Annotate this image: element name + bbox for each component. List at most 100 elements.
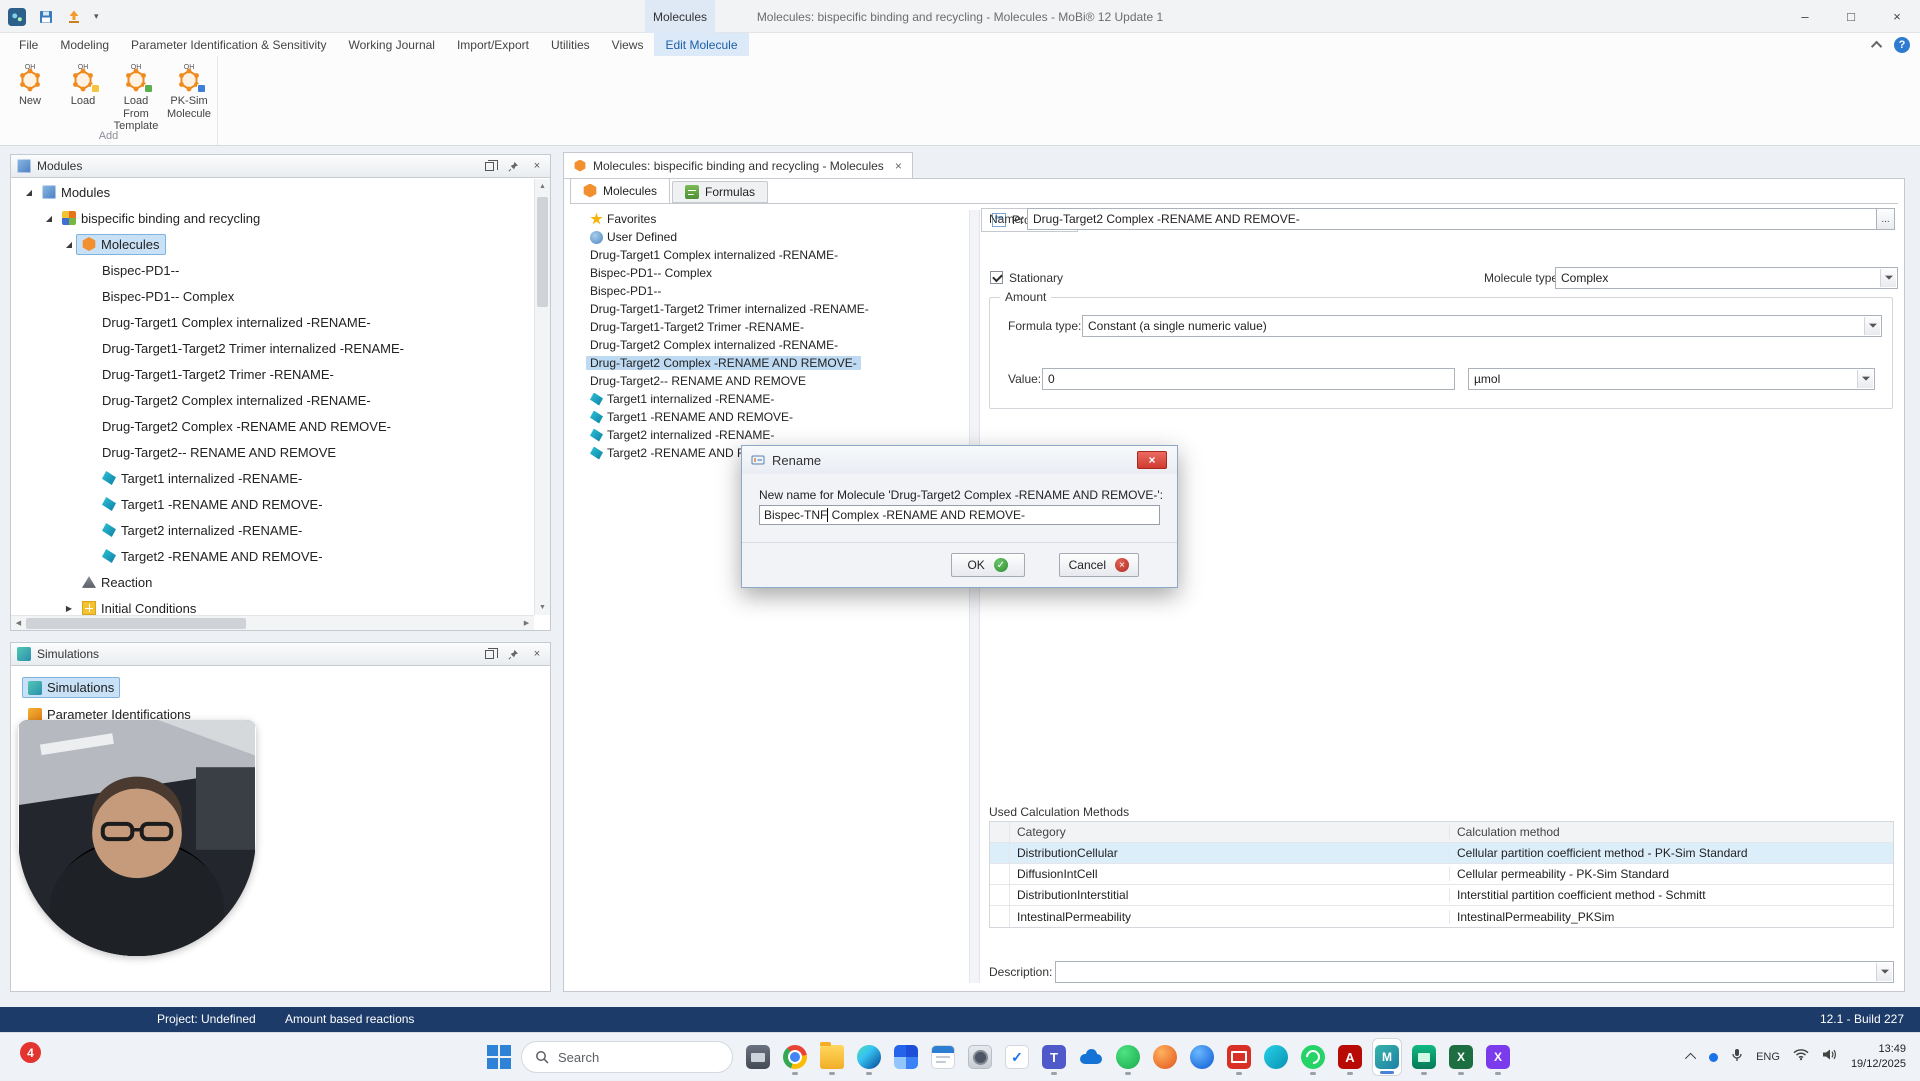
cancel-button[interactable]: Cancel ×: [1058, 553, 1139, 577]
start-button[interactable]: [487, 1045, 511, 1069]
taskbar-app-browser-orange[interactable]: [1150, 1038, 1180, 1076]
list-item-favorites[interactable]: Favorites: [572, 210, 968, 228]
taskbar-app-office-hub[interactable]: [891, 1038, 921, 1076]
taskbar-app-whatsapp[interactable]: [1298, 1038, 1328, 1076]
ribbon-button-load-from-template[interactable]: OH Load From Template: [112, 59, 160, 133]
tree-item-target1-internalized-rename[interactable]: Target1 internalized -RENAME-: [11, 465, 534, 491]
maximize-button[interactable]: □: [1828, 0, 1874, 33]
notification-badge[interactable]: 4: [20, 1042, 41, 1063]
table-row[interactable]: DistributionInterstitial Interstitial par…: [990, 885, 1893, 906]
app-logo-icon[interactable]: [8, 7, 26, 26]
search-input[interactable]: Search: [521, 1041, 733, 1073]
tab-formulas[interactable]: Formulas: [672, 181, 769, 203]
chevron-down-icon[interactable]: [1857, 370, 1873, 388]
ribbon-tab-parameter-identification-sensitivity[interactable]: Parameter Identification & Sensitivity: [120, 33, 337, 56]
rename-dialog-titlebar[interactable]: Rename: [742, 446, 1177, 474]
wifi-icon[interactable]: [1793, 1048, 1809, 1066]
tab-molecules[interactable]: Molecules: [570, 178, 671, 203]
tree-item-drug-target2-rename-and-remove[interactable]: Drug-Target2-- RENAME AND REMOVE: [11, 439, 534, 465]
ribbon-button-pk-sim-molecule[interactable]: OH PK-Sim Molecule: [165, 59, 213, 133]
taskbar-app-file-explorer[interactable]: [817, 1038, 847, 1076]
contextual-tab-header[interactable]: Molecules: [645, 0, 715, 33]
ribbon-tab-utilities[interactable]: Utilities: [540, 33, 601, 56]
tree-item-bispecific-binding-and-recycling[interactable]: ◢ bispecific binding and recycling: [11, 205, 534, 231]
maximize-panel-button[interactable]: [482, 647, 498, 661]
close-button[interactable]: ×: [1874, 0, 1920, 33]
tree-item-drug-target1-complex-internalized-rename[interactable]: Drug-Target1 Complex internalized -RENAM…: [11, 309, 534, 335]
taskbar-app-screen-share[interactable]: [743, 1038, 773, 1076]
scroll-up-icon[interactable]: ▲: [535, 179, 550, 194]
list-item-drug-target1-target2-trimer-internalized-rename[interactable]: Drug-Target1-Target2 Trimer internalized…: [572, 300, 968, 318]
table-row[interactable]: DistributionCellular Cellular partition c…: [990, 843, 1893, 864]
microphone-icon[interactable]: [1731, 1048, 1743, 1067]
ok-button[interactable]: OK ✓: [950, 553, 1025, 577]
pin-panel-button[interactable]: [506, 647, 520, 661]
list-item-drug-target2-rename-and-remove[interactable]: Drug-Target2-- RENAME AND REMOVE: [572, 372, 968, 390]
name-input[interactable]: Drug-Target2 Complex -RENAME AND REMOVE-: [1027, 208, 1877, 230]
tree-item-molecules[interactable]: ◢ Molecules: [11, 231, 534, 257]
unit-select[interactable]: µmol: [1468, 368, 1875, 390]
taskbar-app-excel[interactable]: [1446, 1038, 1476, 1076]
splitter[interactable]: [969, 210, 980, 983]
tree-item-target1-rename-and-remove[interactable]: Target1 -RENAME AND REMOVE-: [11, 491, 534, 517]
simulations-item-simulations[interactable]: Simulations: [11, 674, 550, 701]
stationary-checkbox[interactable]: [990, 271, 1003, 284]
tree-item-drug-target2-complex-internalized-rename[interactable]: Drug-Target2 Complex internalized -RENAM…: [11, 387, 534, 413]
export-icon[interactable]: [66, 9, 82, 25]
ribbon-button-load[interactable]: OH Load: [59, 59, 107, 133]
ribbon-button-new[interactable]: OH New: [6, 59, 54, 133]
table-row[interactable]: DiffusionIntCell Cellular permeability - …: [990, 864, 1893, 885]
scrollbar-thumb-horizontal[interactable]: [26, 617, 246, 629]
formula-type-select[interactable]: Constant (a single numeric value): [1082, 315, 1882, 337]
taskbar-app-skype[interactable]: [1187, 1038, 1217, 1076]
tree-item-target2-internalized-rename[interactable]: Target2 internalized -RENAME-: [11, 517, 534, 543]
language-indicator[interactable]: ENG: [1756, 1051, 1780, 1063]
minimize-button[interactable]: –: [1782, 0, 1828, 33]
scroll-left-icon[interactable]: ◀: [11, 619, 26, 627]
close-panel-button[interactable]: ×: [530, 159, 544, 173]
taskbar-app-mobi[interactable]: [1372, 1038, 1402, 1076]
tree-item-modules[interactable]: ◢ Modules: [11, 179, 534, 205]
taskbar-app-app-x[interactable]: [1483, 1038, 1513, 1076]
taskbar-app-todo[interactable]: [1002, 1038, 1032, 1076]
ribbon-tab-working-journal[interactable]: Working Journal: [337, 33, 445, 56]
tree-expander-icon[interactable]: ▶: [61, 604, 77, 613]
taskbar-app-mail[interactable]: [1224, 1038, 1254, 1076]
volume-icon[interactable]: [1822, 1048, 1838, 1066]
list-item-target2-internalized-rename[interactable]: Target2 internalized -RENAME-: [572, 426, 968, 444]
ribbon-tab-views[interactable]: Views: [601, 33, 655, 56]
tree-item-target2-rename-and-remove[interactable]: Target2 -RENAME AND REMOVE-: [11, 543, 534, 569]
document-tab[interactable]: Molecules: bispecific binding and recycl…: [563, 152, 913, 178]
tree-item-bispec-pd1-complex[interactable]: Bispec-PD1-- Complex: [11, 283, 534, 309]
tree-expander-icon[interactable]: ◢: [41, 214, 57, 223]
name-browse-button[interactable]: ...: [1877, 208, 1895, 230]
ribbon-tab-edit-molecule[interactable]: Edit Molecule: [654, 33, 749, 56]
list-item-drug-target2-complex-internalized-rename[interactable]: Drug-Target2 Complex internalized -RENAM…: [572, 336, 968, 354]
list-item-bispec-pd1-complex[interactable]: Bispec-PD1-- Complex: [572, 264, 968, 282]
taskbar-app-calendar[interactable]: [928, 1038, 958, 1076]
maximize-panel-button[interactable]: [482, 159, 498, 173]
rename-input[interactable]: Bispec-TNF Complex -RENAME AND REMOVE-: [759, 505, 1160, 525]
taskbar-app-spotify[interactable]: [1113, 1038, 1143, 1076]
scroll-right-icon[interactable]: ▶: [519, 619, 534, 627]
molecule-type-select[interactable]: Complex: [1555, 267, 1898, 289]
ribbon-tab-file[interactable]: File: [8, 33, 49, 56]
tree-expander-icon[interactable]: ◢: [61, 240, 77, 249]
table-row[interactable]: IntestinalPermeability IntestinalPermeabi…: [990, 906, 1893, 927]
modules-horizontal-scrollbar[interactable]: ◀ ▶: [11, 615, 534, 630]
close-panel-button[interactable]: ×: [530, 647, 544, 661]
close-tab-icon[interactable]: ×: [895, 159, 902, 173]
list-item-user-defined[interactable]: User Defined: [572, 228, 968, 246]
list-item-drug-target2-complex-rename-and-remove[interactable]: Drug-Target2 Complex -RENAME AND REMOVE-: [572, 354, 968, 372]
list-item-drug-target1-target2-trimer-rename[interactable]: Drug-Target1-Target2 Trimer -RENAME-: [572, 318, 968, 336]
list-item-target1-internalized-rename[interactable]: Target1 internalized -RENAME-: [572, 390, 968, 408]
taskbar-app-messenger[interactable]: [1261, 1038, 1291, 1076]
tray-expand-chevron-icon[interactable]: [1685, 1052, 1697, 1065]
description-input[interactable]: [1055, 961, 1894, 983]
taskbar-app-acrobat[interactable]: [1335, 1038, 1365, 1076]
ribbon-tab-import-export[interactable]: Import/Export: [446, 33, 540, 56]
tree-item-drug-target2-complex-rename-and-remove[interactable]: Drug-Target2 Complex -RENAME AND REMOVE-: [11, 413, 534, 439]
save-icon[interactable]: [38, 9, 54, 25]
tree-item-bispec-pd1[interactable]: Bispec-PD1--: [11, 257, 534, 283]
pin-panel-button[interactable]: [506, 159, 520, 173]
